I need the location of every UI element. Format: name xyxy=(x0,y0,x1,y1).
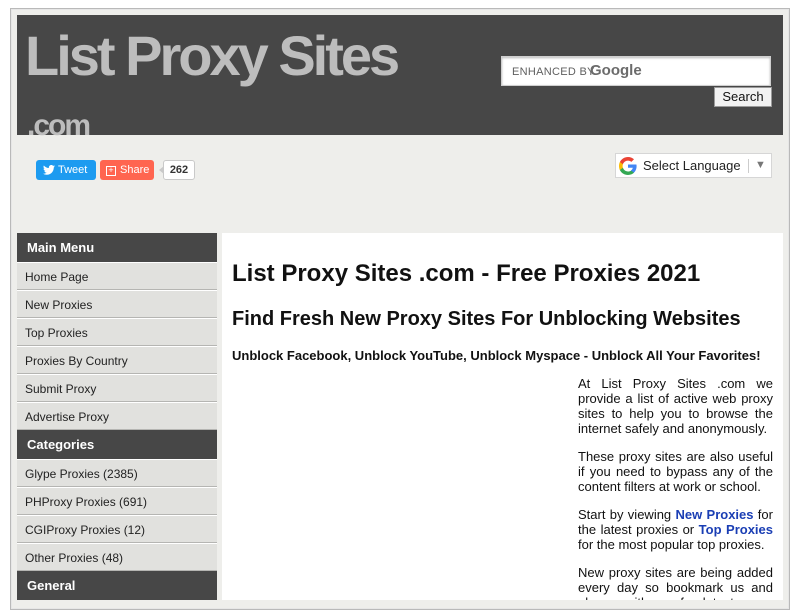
sidebar-item-advertise-proxy[interactable]: Advertise Proxy xyxy=(17,402,217,430)
google-logo: Google xyxy=(590,62,642,79)
bookmark-paragraph: New proxy sites are being added every da… xyxy=(578,565,773,600)
google-g-icon xyxy=(619,157,637,175)
language-select[interactable]: Select Language ▼ xyxy=(615,153,772,178)
categories-heading: Categories xyxy=(17,430,217,459)
sidebar-item-cgiproxy[interactable]: CGIProxy Proxies (12) xyxy=(17,515,217,543)
start-paragraph: Start by viewing New Proxies for the lat… xyxy=(578,507,773,552)
sidebar-item-glype[interactable]: Glype Proxies (2385) xyxy=(17,459,217,487)
start-end-text: for the most popular top proxies. xyxy=(578,537,765,552)
sidebar-item-home[interactable]: Home Page xyxy=(17,262,217,290)
sidebar-item-top-proxies[interactable]: Top Proxies xyxy=(17,318,217,346)
page-subtitle: Find Fresh New Proxy Sites For Unblockin… xyxy=(232,308,741,330)
sidebar-item-phproxy[interactable]: PHProxy Proxies (691) xyxy=(17,487,217,515)
intro-paragraph: At List Proxy Sites .com we provide a li… xyxy=(578,376,773,436)
top-proxies-link[interactable]: Top Proxies xyxy=(699,522,773,537)
sidebar-item-new-proxies[interactable]: New Proxies xyxy=(17,290,217,318)
page-tagline: Unblock Facebook, Unblock YouTube, Unblo… xyxy=(232,348,761,363)
new-proxies-link[interactable]: New Proxies xyxy=(675,507,753,522)
dropdown-arrow-icon: ▼ xyxy=(755,159,766,171)
tweet-button[interactable]: Tweet xyxy=(36,160,96,180)
main-content: List Proxy Sites .com - Free Proxies 202… xyxy=(222,233,783,600)
share-label: Share xyxy=(120,164,150,176)
site-logo-suffix[interactable]: .com xyxy=(27,109,91,143)
sidebar-item-by-country[interactable]: Proxies By Country xyxy=(17,346,217,374)
search-input[interactable]: ENHANCED BY Google xyxy=(501,56,771,86)
share-count-badge: 262 xyxy=(159,160,195,180)
sidebar-item-submit-proxy[interactable]: Submit Proxy xyxy=(17,374,217,402)
share-plus-icon: + xyxy=(106,166,116,176)
twitter-bird-icon xyxy=(43,165,55,175)
start-text: Start by viewing xyxy=(578,507,676,522)
sidebar-item-other[interactable]: Other Proxies (48) xyxy=(17,543,217,571)
site-logo[interactable]: List Proxy Sites xyxy=(25,24,400,88)
language-divider xyxy=(748,159,749,173)
sidebar: Main Menu Home Page New Proxies Top Prox… xyxy=(17,233,217,600)
general-heading: General xyxy=(17,571,217,600)
search-button[interactable]: Search xyxy=(714,87,772,107)
search-enhanced-by: ENHANCED BY xyxy=(512,66,595,78)
page-title: List Proxy Sites .com - Free Proxies 202… xyxy=(232,260,701,287)
share-button[interactable]: + Share xyxy=(100,160,154,180)
main-menu-heading: Main Menu xyxy=(17,233,217,262)
filters-paragraph: These proxy sites are also useful if you… xyxy=(578,449,773,494)
language-label: Select Language xyxy=(643,158,741,173)
tweet-label: Tweet xyxy=(58,164,88,176)
